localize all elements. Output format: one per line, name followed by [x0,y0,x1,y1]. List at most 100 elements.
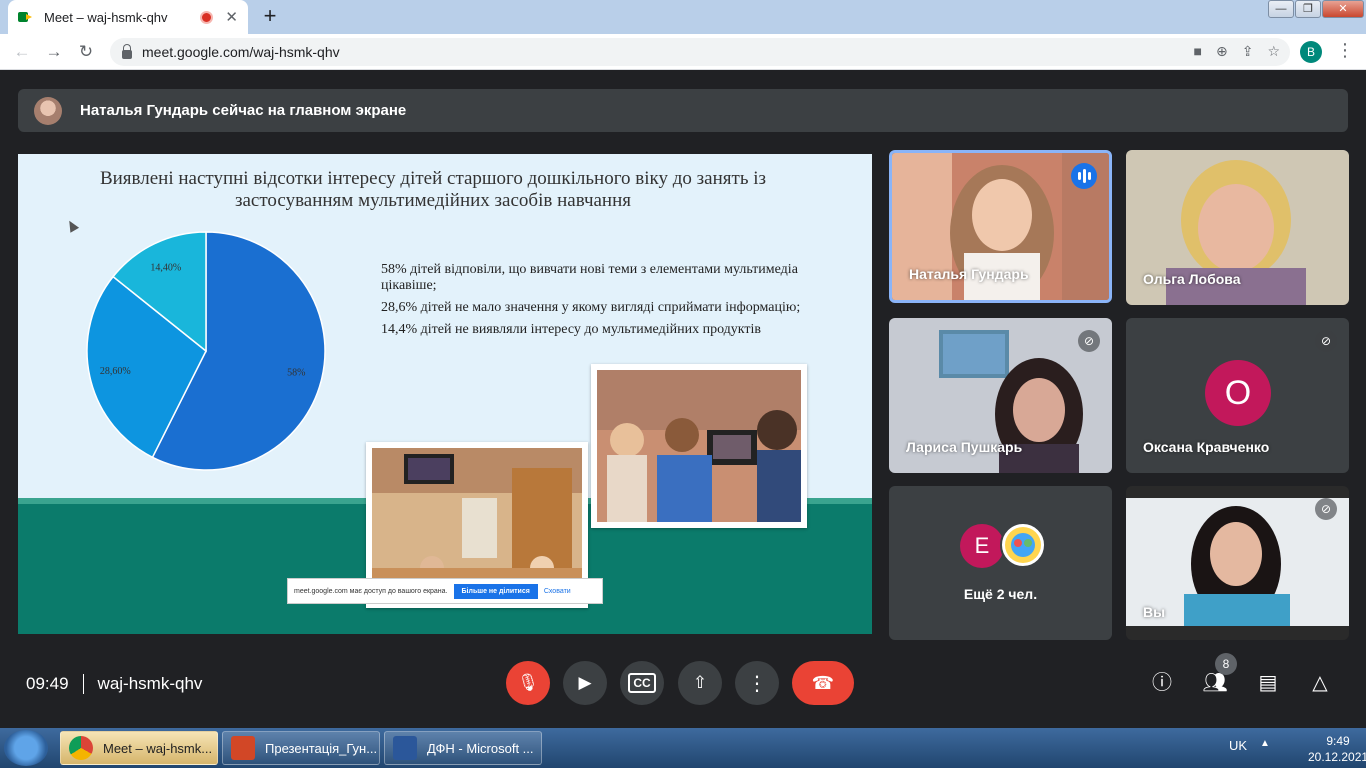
mic-off-icon: ⊘ [1315,498,1337,520]
shapes-icon: △ [1312,672,1328,694]
browser-menu-icon[interactable]: ⋮ [1336,40,1354,61]
participant-name: Вы [1143,604,1166,620]
browser-tab-strip: Meet – waj-hsmk-qhv ✕ + — ❐ ✕ [0,0,1366,34]
participant-avatar: О [1205,360,1271,426]
pie-slice-label: 58% [287,367,305,378]
stop-sharing-button[interactable]: Більше не ділитися [453,583,538,599]
bullet-1: 58% дітей відповіли, що вивчати нові тем… [381,262,798,293]
powerpoint-icon [231,736,255,760]
presenter-avatar [34,96,62,125]
tray-expand-icon[interactable]: ▲ [1260,738,1270,749]
share-notice-text: meet.google.com має доступ до вашого екр… [294,587,448,595]
browser-toolbar: ← → ↻ meet.google.com/waj-hsmk-qhv ■ ⊕ ⇪… [0,34,1366,70]
leave-call-button[interactable]: ☎ [792,661,854,705]
taskbar-item-powerpoint[interactable]: Презентація_Гун... [222,731,380,765]
info-icon: ⓘ [1152,672,1172,694]
window-close-button[interactable]: ✕ [1322,0,1364,18]
participant-name: Ольга Лобова [1143,271,1241,287]
tab-title: Meet – waj-hsmk-qhv [44,9,168,25]
participant-avatar: E [960,524,1004,568]
profile-avatar[interactable]: B [1300,41,1322,63]
separator [82,674,84,694]
participant-name: Лариса Пушкарь [906,439,1023,455]
participant-name: Оксана Кравченко [1143,439,1270,455]
system-clock[interactable]: 9:49 20.12.2021 [1308,733,1366,765]
classroom-photo-laptop [591,364,807,528]
participant-tile[interactable]: Ольга Лобова [1126,150,1349,305]
chat-button[interactable]: ▤ [1254,669,1282,697]
forward-arrow-icon[interactable]: → [42,40,66,64]
tab-close-icon[interactable]: ✕ [225,8,238,26]
taskbar-item-chrome[interactable]: Meet – waj-hsmk... [60,731,218,765]
chat-icon: ▤ [1258,672,1278,694]
windows-taskbar: Meet – waj-hsmk... Презентація_Гун... ДФ… [0,728,1366,768]
participant-count-badge: 8 [1215,653,1237,675]
browser-tab[interactable]: Meet – waj-hsmk-qhv ✕ [8,0,248,34]
captions-button[interactable]: CC [620,661,664,705]
hide-notice-link[interactable]: Сховати [544,588,571,595]
captions-icon: CC [628,673,656,693]
taskbar-label: Meet – waj-hsmk... [103,740,213,756]
meet-favicon-icon [18,10,34,24]
back-arrow-icon[interactable]: ← [10,40,34,64]
zoom-icon[interactable]: ⊕ [1216,43,1228,60]
shared-screen: Виявлені наступні відсотки інтересу діте… [18,154,872,634]
speaking-indicator-icon [1071,163,1097,189]
participant-tile[interactable]: ⊘ Лариса Пушкарь [889,318,1112,473]
taskbar-label: Презентація_Гун... [265,740,378,756]
meet-area: Наталья Гундарь сейчас на главном экране… [0,71,1366,728]
participant-tile[interactable]: О ⊘ Оксана Кравченко [1126,318,1349,473]
taskbar-label: ДФН - Microsoft ... [427,740,534,756]
meeting-time: 09:49 [26,674,69,693]
clock-date: 20.12.2021 [1308,750,1366,764]
people-icon: 👥︎ [1202,672,1228,694]
participant-tile-speaking[interactable]: Наталья Гундарь [889,150,1112,303]
more-participants-tile[interactable]: E Ещё 2 чел. [889,486,1112,640]
mic-off-icon: 🎙︎ [517,673,539,692]
share-icon[interactable]: ⇪ [1242,43,1254,60]
more-options-button[interactable]: ⋮ [735,661,779,705]
reload-icon[interactable]: ↻ [74,40,98,64]
activities-button[interactable]: △ [1306,669,1334,697]
phone-hangup-icon: ☎ [811,672,835,693]
slide-title: Виявлені наступні відсотки інтересу діте… [99,168,767,211]
meeting-details-button[interactable]: ⓘ [1148,669,1176,697]
camera-toggle-button[interactable]: ▶ [563,661,607,705]
video-camera-icon: ▶ [578,673,592,692]
clock-time: 9:49 [1326,734,1350,748]
bullet-2: 28,6% дітей не мало значення у якому виг… [381,300,801,315]
language-indicator[interactable]: UK [1229,738,1247,753]
present-screen-icon: ⇧ [692,673,708,692]
meeting-code: waj-hsmk-qhv [97,674,203,693]
present-screen-button[interactable]: ⇧ [678,661,722,705]
chrome-icon [69,736,93,760]
omnibox-icons: ■ ⊕ ⇪ ☆ [1194,43,1281,60]
pie-chart: 58% 28,60% 14,40% [86,231,326,471]
camera-icon[interactable]: ■ [1194,43,1202,60]
screen-share-notice: meet.google.com має доступ до вашого екр… [287,578,603,604]
bullet-3: 14,4% дітей не виявляли інтересу до муль… [381,322,762,337]
banner-text: Наталья Гундарь сейчас на главном экране [80,102,407,119]
mic-toggle-button[interactable]: 🎙︎ [506,661,550,705]
start-button[interactable] [4,730,48,766]
more-vert-icon: ⋮ [747,672,767,695]
url-text: meet.google.com/waj-hsmk-qhv [142,44,340,60]
new-tab-button[interactable]: + [256,4,284,30]
mic-off-icon: ⊘ [1078,330,1100,352]
children-laptop-image [597,370,801,522]
more-participants-label: Ещё 2 чел. [963,586,1038,602]
school-logo-icon [1005,527,1041,563]
bookmark-star-icon[interactable]: ☆ [1267,43,1280,60]
mic-off-icon: ⊘ [1315,330,1337,352]
presenter-banner: Наталья Гундарь сейчас на главном экране [18,89,1348,132]
taskbar-item-word[interactable]: ДФН - Microsoft ... [384,731,542,765]
self-view-tile[interactable]: ⊘ Вы [1126,486,1349,640]
address-bar[interactable]: meet.google.com/waj-hsmk-qhv ■ ⊕ ⇪ ☆ [110,38,1290,66]
minimize-button[interactable]: — [1268,0,1294,18]
maximize-button[interactable]: ❐ [1295,0,1321,18]
lock-icon [122,43,132,59]
school-logo-avatar [1000,522,1046,568]
participant-name: Наталья Гундарь [909,266,1029,282]
meeting-info-text: 09:49 waj-hsmk-qhv [26,674,202,694]
word-icon [393,736,417,760]
